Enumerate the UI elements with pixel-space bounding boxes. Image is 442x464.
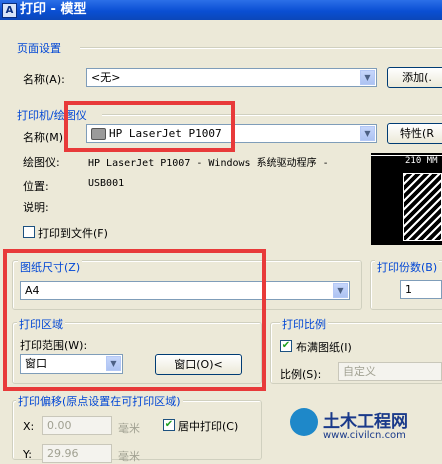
chevron-down-icon[interactable]: ▼ — [360, 70, 375, 85]
paper-size-select[interactable]: A4 ▼ — [20, 281, 350, 300]
offset-y-unit: 毫米 — [118, 450, 140, 463]
page-setup-group-label: 页面设置 — [17, 42, 61, 55]
offset-y-input[interactable]: 29.96 — [42, 444, 112, 463]
print-to-file-checkbox[interactable] — [23, 226, 35, 238]
window-title: 打印 - 模型 — [20, 2, 87, 17]
fit-to-paper-checkbox[interactable]: ✔ — [280, 340, 292, 352]
copies-group-label: 打印份数(B) — [375, 259, 440, 275]
copies-value: 1 — [405, 283, 412, 296]
divider — [80, 47, 442, 49]
offset-y-value: 29.96 — [47, 447, 79, 460]
watermark-brand: 土木工程网 — [323, 412, 408, 432]
plot-what-select[interactable]: 窗口 ▼ — [20, 354, 123, 374]
offset-y-label: Y: — [23, 448, 32, 461]
chevron-down-icon[interactable]: ▼ — [333, 283, 348, 298]
copies-input[interactable]: 1 — [400, 280, 442, 299]
scale-value: 自定义 — [343, 365, 376, 378]
scale-label: 比例(S): — [280, 368, 322, 381]
location-label: 位置: — [23, 180, 49, 193]
print-to-file-label: 打印到文件(F) — [38, 227, 108, 240]
add-page-setup-button[interactable]: 添加(. — [387, 67, 442, 88]
paper-size-group-label: 图纸尺寸(Z) — [18, 259, 83, 275]
scale-select[interactable]: 自定义 — [338, 362, 442, 381]
watermark-logo — [290, 408, 318, 436]
paper-size-value: A4 — [25, 284, 40, 297]
plot-area-group-label: 打印区域 — [17, 316, 65, 332]
fit-to-paper-label: 布满图纸(I) — [296, 341, 352, 354]
printer-name-select[interactable]: HP LaserJet P1007 ▼ — [86, 124, 377, 143]
offset-x-input[interactable]: 0.00 — [42, 416, 112, 435]
preview-paper — [403, 173, 442, 241]
page-setup-name-select[interactable]: <无> ▼ — [86, 68, 377, 87]
center-plot-checkbox[interactable]: ✔ — [163, 419, 175, 431]
center-plot-label: 居中打印(C) — [178, 420, 239, 433]
offset-x-value: 0.00 — [47, 419, 72, 432]
chevron-down-icon[interactable]: ▼ — [360, 126, 375, 141]
title-bar[interactable]: A 打印 - 模型 — [0, 0, 442, 20]
plot-what-label: 打印范围(W): — [20, 339, 88, 352]
autocad-app-icon: A — [2, 3, 17, 18]
printer-name-label: 名称(M): — [23, 131, 67, 144]
plotter-value: HP LaserJet P1007 - Windows 系统驱动程序 - — [88, 158, 329, 169]
plot-what-value: 窗口 — [25, 357, 47, 370]
description-label: 说明: — [23, 201, 49, 214]
window-select-button[interactable]: 窗口(O)< — [155, 354, 242, 375]
page-setup-name-label: 名称(A): — [23, 73, 65, 86]
printer-icon — [91, 128, 106, 140]
chevron-down-icon[interactable]: ▼ — [106, 356, 121, 371]
offset-x-label: X: — [23, 420, 35, 433]
page-setup-name-value: <无> — [91, 71, 121, 84]
printer-name-value: HP LaserJet P1007 — [109, 127, 222, 140]
watermark-url: www.civilcn.com — [323, 430, 406, 441]
offset-x-unit: 毫米 — [118, 422, 140, 435]
divider — [102, 114, 442, 116]
plot-offset-group-label: 打印偏移(原点设置在可打印区域) — [16, 393, 183, 409]
plotter-label: 绘图仪: — [23, 156, 60, 169]
location-value: USB001 — [88, 178, 125, 189]
preview-dimension: 210 MM — [405, 156, 438, 166]
watermark: 土木工程网 www.civilcn.com — [290, 404, 442, 458]
plot-scale-group-label: 打印比例 — [280, 316, 328, 332]
printer-properties-button[interactable]: 特性(R — [387, 123, 442, 144]
paper-preview: 210 MM — [371, 153, 442, 245]
printer-group-label: 打印机/绘图仪 — [17, 109, 87, 122]
